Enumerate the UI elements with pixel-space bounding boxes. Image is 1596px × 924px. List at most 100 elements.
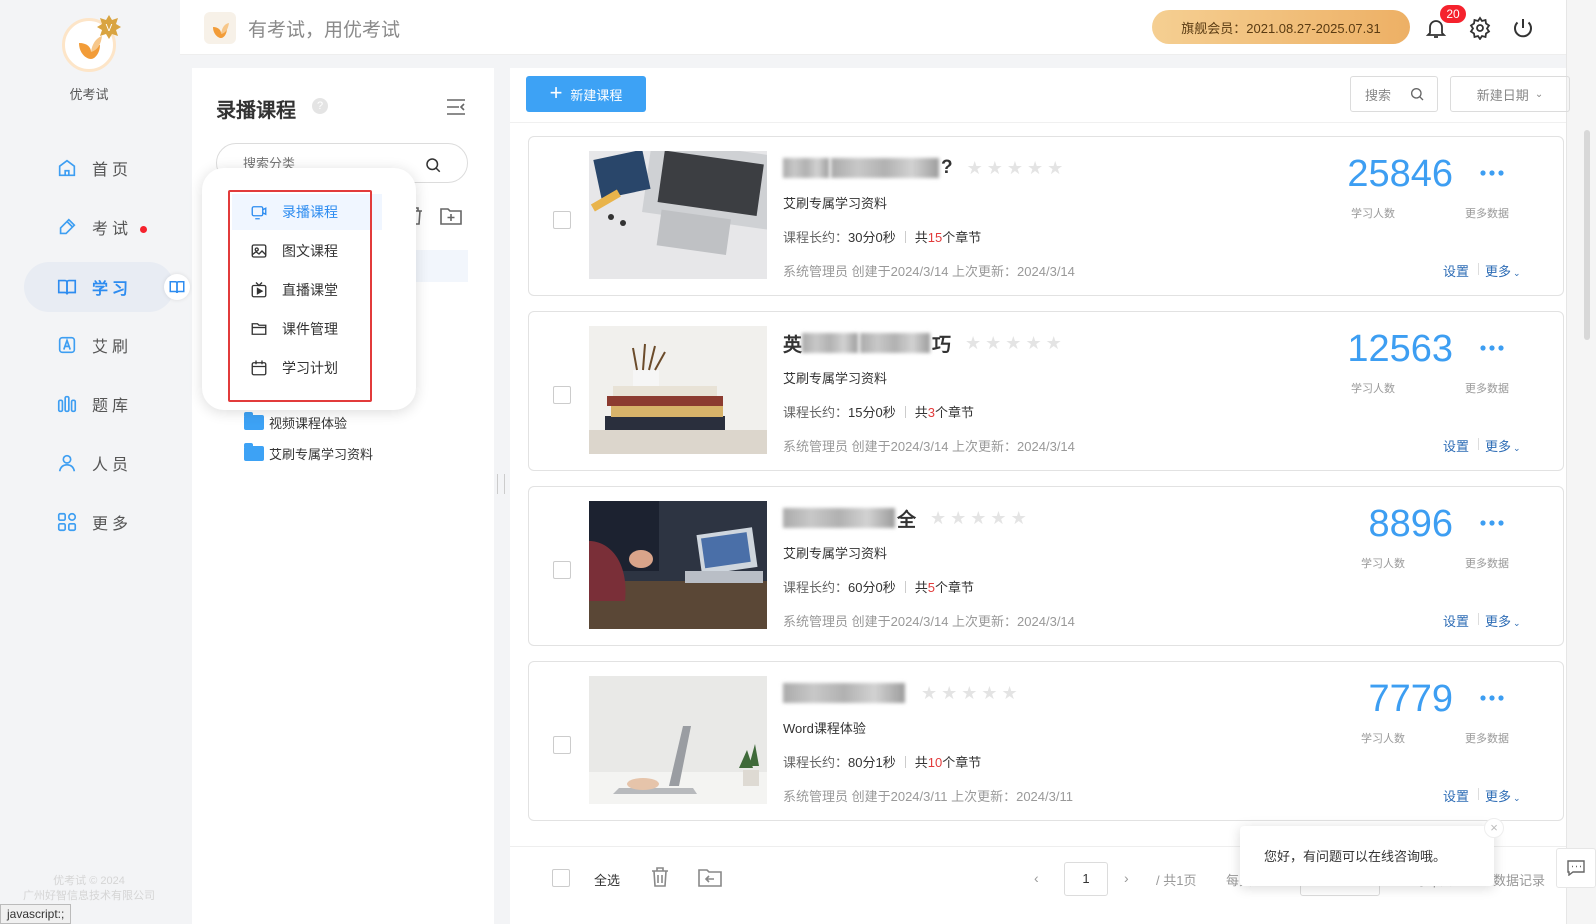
copyright-text: 优考试 © 2024 [53,875,125,887]
trash-icon[interactable] [650,866,670,888]
learner-count: 8896 [1368,503,1453,545]
prev-page-icon[interactable]: ‹ [1034,870,1039,886]
help-icon[interactable]: ? [312,98,328,114]
chat-bubble[interactable]: 您好，有问题可以在线咨询哦。 [1240,826,1494,886]
learner-label: 学习人数 [1361,558,1405,570]
more-link[interactable]: 更多 ⌄ [1485,786,1521,805]
more-data-label[interactable]: 更多数据 [1465,730,1509,746]
gear-icon[interactable] [1468,16,1492,40]
more-data-label[interactable]: 更多数据 [1465,205,1509,221]
more-data-icon[interactable] [1477,513,1507,533]
course-card[interactable]: 全 ★★★★★ 艾刷专属学习资料 课程长约：60分0秒 共5个章节 系统管理员 创建… [528,486,1564,646]
more-label: 更多 [1485,439,1512,454]
course-thumbnail[interactable] [589,326,767,454]
more-data-icon[interactable] [1477,688,1507,708]
course-card[interactable]: 英 巧 ★★★★★ 艾刷专属学习资料 课程长约：15分0秒 共3个章节 系统管理员 创… [528,311,1564,471]
nav-question-bank[interactable]: 题库 [24,379,174,429]
chevron-down-icon: ⌄ [1513,793,1521,803]
page-number-input[interactable]: 1 [1064,862,1108,896]
rating-stars: ★★★★★ [966,157,1068,178]
folder-icon [244,411,264,430]
next-page-icon[interactable]: › [1124,870,1129,886]
course-checkbox[interactable] [553,736,571,754]
more-data-label[interactable]: 更多数据 [1465,380,1509,396]
divider [904,231,906,243]
course-thumbnail[interactable] [589,676,767,804]
close-icon[interactable]: × [1484,818,1504,838]
question-bank-icon [57,395,77,413]
course-title[interactable]: ★★★★★ [783,680,1022,706]
add-folder-icon[interactable] [440,206,462,226]
course-thumbnail[interactable] [589,151,767,279]
select-all-label[interactable]: 全选 [594,870,620,889]
course-title[interactable]: 全 ★★★★★ [783,505,1031,531]
nav-study[interactable]: 学习 [24,262,174,312]
settings-link[interactable]: 设置 [1443,436,1469,455]
page-scrollbar[interactable] [1566,0,1596,924]
course-thumbnail[interactable] [589,501,767,629]
nav-people[interactable]: 人员 [24,438,174,488]
folder-aishua-materials[interactable]: 艾刷专属学习资料 [244,442,374,463]
toolbar-divider [510,122,1566,123]
chapters-pre: 共 [914,405,928,420]
book-icon [169,281,185,294]
course-checkbox[interactable] [553,386,571,404]
nav-exam[interactable]: 考试 [24,202,174,252]
chat-icon[interactable] [1556,848,1596,888]
learner-count: 12563 [1347,328,1453,370]
nav-home[interactable]: 首页 [24,143,174,193]
power-icon[interactable] [1511,16,1535,40]
course-title[interactable]: 英 巧 ★★★★★ [783,330,1066,356]
folder-label: 艾刷专属学习资料 [269,446,374,462]
grid-icon [57,512,77,532]
course-duration: 课程长约：80分1秒 共10个章节 [783,752,981,771]
settings-link[interactable]: 设置 [1443,786,1469,805]
folder-video-course[interactable]: 视频课程体验 [244,411,348,432]
category-title: 录播课程 [216,100,296,122]
more-data-label[interactable]: 更多数据 [1465,555,1509,571]
course-card[interactable]: ★★★★★ Word课程体验 课程长约：80分1秒 共10个章节 系统管理员 创建… [528,661,1564,821]
course-card[interactable]: ? ★★★★★ 艾刷专属学习资料 课程长约：30分0秒 共15个章节 系统管理员 创… [528,136,1564,296]
course-category: 艾刷专属学习资料 [783,196,888,211]
course-meta: 系统管理员 创建于2024/3/14 上次更新：2024/3/14 [783,439,1075,454]
more-link[interactable]: 更多 ⌄ [1485,436,1521,455]
duration-value: 60分0秒 [848,580,896,595]
more-link[interactable]: 更多 ⌄ [1485,611,1521,630]
nav-home-label: 首页 [92,162,133,179]
search-icon[interactable] [424,156,442,174]
more-data-icon[interactable] [1477,163,1507,183]
settings-link[interactable]: 设置 [1443,261,1469,280]
nav-aishua[interactable]: 艾刷 [24,320,174,370]
panel-splitter[interactable] [494,68,508,924]
list-search-button[interactable]: 搜索 [1350,76,1438,112]
move-folder-icon[interactable] [698,868,722,888]
divider [904,581,906,593]
notification-count-badge: 20 [1440,5,1466,23]
splitter-grip[interactable] [497,474,505,494]
more-link[interactable]: 更多 ⌄ [1485,261,1521,280]
scrollbar-thumb[interactable] [1584,130,1590,340]
course-checkbox[interactable] [553,561,571,579]
folder-label: 视频课程体验 [269,415,348,431]
nav-study-label: 学习 [92,281,133,298]
vip-membership-badge[interactable]: 旗舰会员：2021.08.27-2025.07.31 [1152,10,1410,44]
more-data-icon[interactable] [1477,338,1507,358]
plus-icon: + [549,79,563,105]
submenu-toggle[interactable] [164,274,190,300]
selected-category-row[interactable] [410,250,468,282]
sort-dropdown[interactable]: 新建日期 ⌄ [1450,76,1570,112]
course-title[interactable]: ? ★★★★★ [783,155,1067,181]
duration-value: 80分1秒 [848,755,896,770]
nav-more[interactable]: 更多 [24,497,174,547]
rating-stars: ★★★★★ [930,507,1031,528]
course-checkbox[interactable] [553,211,571,229]
company-name: 广州好智信息技术有限公司 [23,890,155,902]
settings-link[interactable]: 设置 [1443,611,1469,630]
collapse-menu-icon[interactable] [446,98,466,116]
new-course-button[interactable]: + 新建课程 [526,76,646,112]
app-name: 优考试 [69,87,109,102]
rating-stars: ★★★★★ [921,682,1022,703]
chapters-post: 个章节 [942,755,982,770]
chevron-down-icon: ⌄ [1534,88,1544,100]
select-all-checkbox[interactable] [552,869,570,887]
